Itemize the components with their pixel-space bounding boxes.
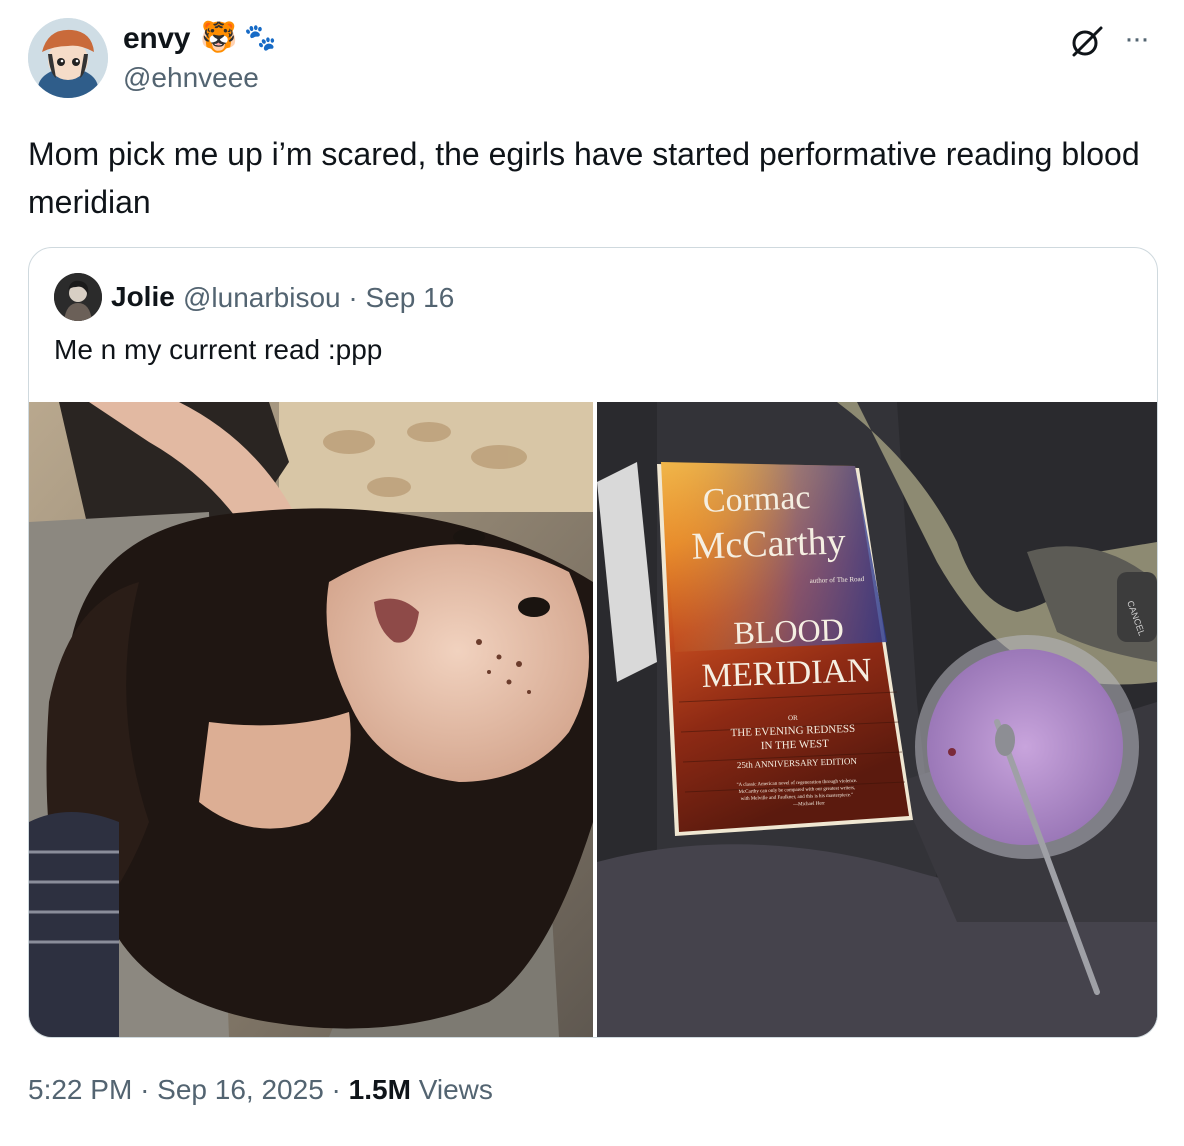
quoted-photo-selfie[interactable]	[29, 402, 593, 1037]
footer-separator: ·	[331, 1074, 341, 1105]
more-options-icon[interactable]: ···	[1124, 22, 1150, 56]
book-alt-title-line2: IN THE WEST	[761, 738, 830, 752]
views-count: 1.5M	[348, 1074, 411, 1105]
author-handle[interactable]: @ehnveee	[123, 62, 259, 94]
footer-separator: ·	[140, 1074, 150, 1105]
book-or: OR	[788, 714, 798, 722]
tweet-text: Mom pick me up i’m scared, the egirls ha…	[28, 136, 1140, 220]
quoted-meta: @lunarbisou · Sep 16	[183, 282, 454, 314]
quoted-tweet-card[interactable]: Jolie @lunarbisou · Sep 16 Me n my curre…	[28, 247, 1158, 1038]
tiger-emoji-icon: 🐯	[200, 21, 238, 54]
views-label: Views	[418, 1074, 493, 1105]
quoted-author-avatar[interactable]	[54, 273, 102, 321]
paw-prints-emoji-icon: 🐾	[244, 22, 277, 52]
book-title-line1: BLOOD	[733, 611, 844, 651]
author-avatar[interactable]	[28, 18, 108, 98]
quoted-tweet-text: Me n my current read :ppp	[54, 334, 383, 365]
quoted-photo-book[interactable]: CANCEL Cormac McCarthy author of The Roa…	[597, 402, 1157, 1037]
grok-icon[interactable]	[1070, 24, 1104, 58]
quoted-date[interactable]: Sep 16	[366, 282, 455, 313]
tweet-footer: 5:22 PM · Sep 16, 2025 · 1.5M Views	[28, 1074, 493, 1106]
quoted-separator: ·	[348, 282, 358, 313]
book-title-line2: MERIDIAN	[701, 652, 872, 695]
quoted-author-handle[interactable]: @lunarbisou	[183, 282, 341, 313]
tweet-time[interactable]: 5:22 PM	[28, 1074, 132, 1105]
book-author-line1: Cormac	[702, 479, 811, 520]
book-author-line2: McCarthy	[691, 520, 846, 567]
tweet-date[interactable]: Sep 16, 2025	[157, 1074, 324, 1105]
author-display-name[interactable]: envy	[123, 22, 190, 56]
quoted-author-display-name[interactable]: Jolie	[111, 281, 175, 313]
